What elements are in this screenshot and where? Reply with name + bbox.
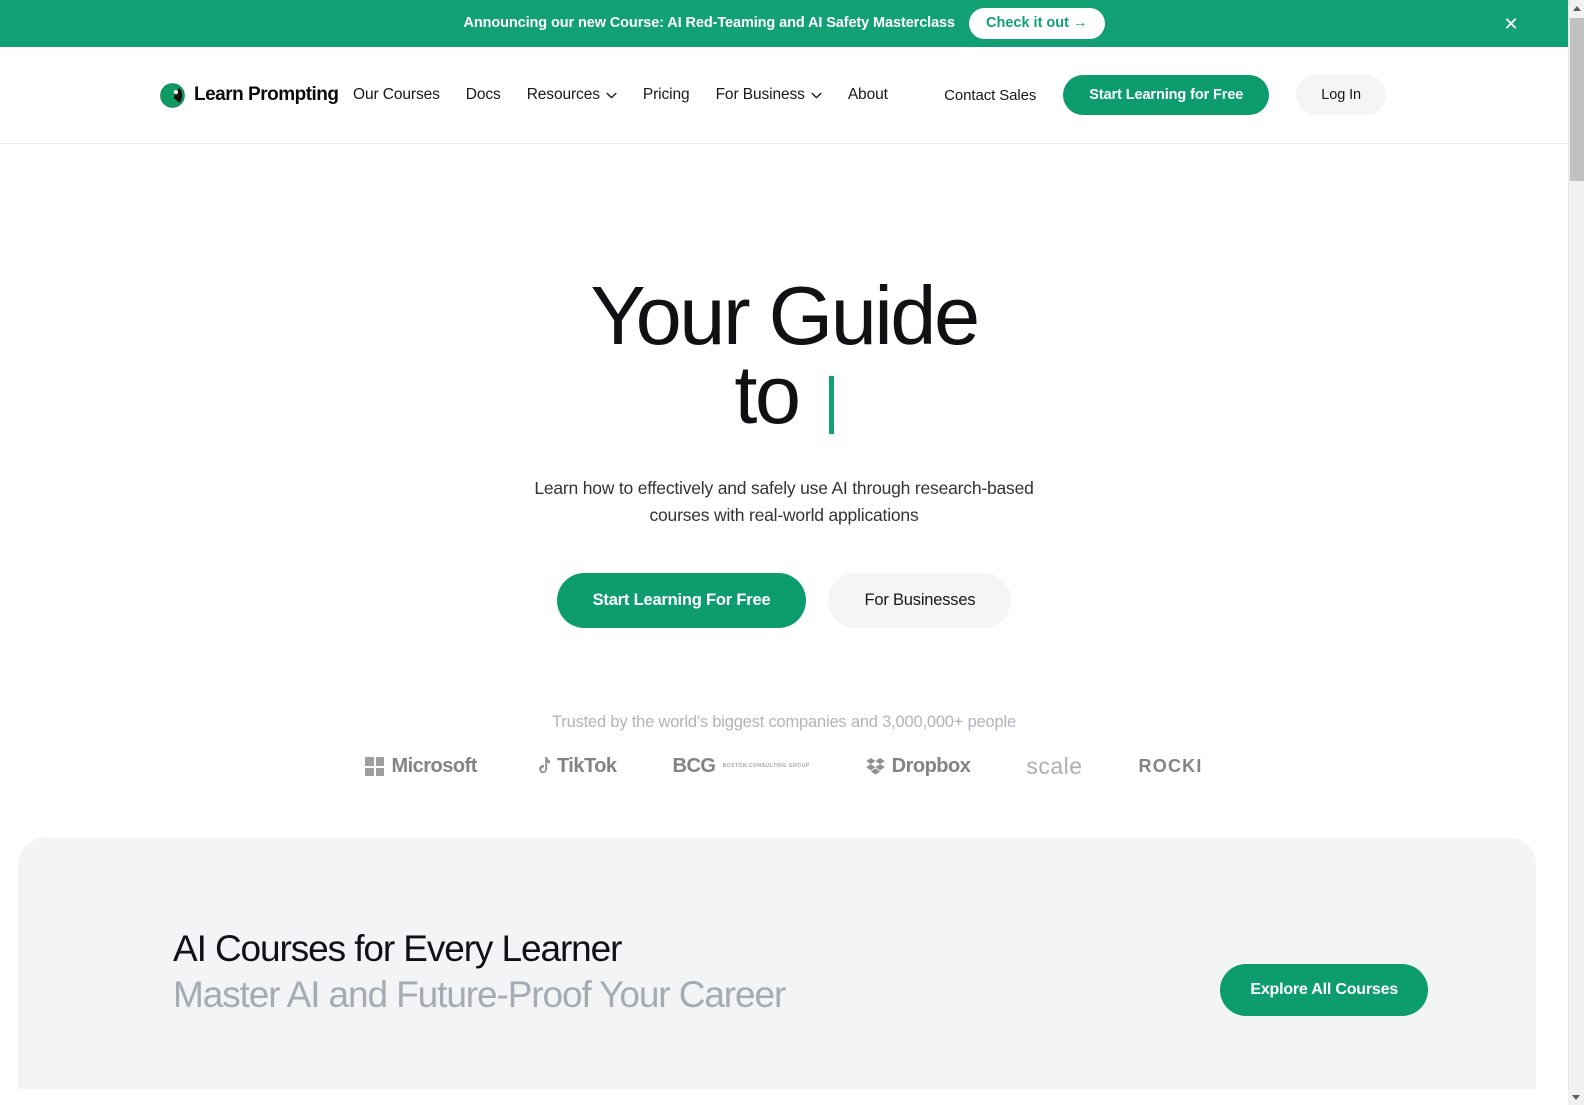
announcement-banner: Announcing our new Course: AI Red-Teamin…: [0, 0, 1568, 47]
chevron-down-icon: [606, 92, 617, 98]
nav-label-our-courses: Our Courses: [353, 86, 440, 103]
nav-label-about: About: [847, 86, 888, 103]
hero-cta-group: Start Learning For Free For Businesses: [556, 572, 1012, 628]
typing-caret: [828, 376, 834, 435]
nav-item-about[interactable]: About: [848, 86, 888, 104]
courses-section-title: AI Courses for Every Learner: [173, 928, 622, 969]
courses-section-heading: AI Courses for Every Learner Master AI a…: [173, 926, 786, 1019]
announcement-text: Announcing our new Course: AI Red-Teamin…: [463, 15, 956, 32]
hero-subtitle: Learn how to effectively and safely use …: [534, 477, 1034, 525]
logo-dropbox: Dropbox: [865, 755, 971, 778]
hero-start-learning-button[interactable]: Start Learning For Free: [556, 572, 807, 628]
logo-rocki: ROCKI: [1139, 756, 1203, 777]
vertical-scrollbar[interactable]: [1568, 0, 1584, 1089]
scroll-up-arrow-icon[interactable]: [1569, 0, 1584, 17]
logo-label-rocki: ROCKI: [1138, 756, 1203, 777]
nav-item-our-courses[interactable]: Our Courses: [353, 86, 440, 104]
nav-item-pricing[interactable]: Pricing: [643, 86, 690, 104]
company-logo-row: Microsoft TikTok BCG BOSTON CONSULTING G…: [365, 752, 1202, 782]
announcement-banner-content: Announcing our new Course: AI Red-Teamin…: [463, 7, 1105, 40]
trusted-by-label: Trusted by the world's biggest companies…: [552, 712, 1016, 731]
nav-item-docs[interactable]: Docs: [466, 86, 501, 104]
dropbox-icon: [865, 758, 885, 776]
close-icon[interactable]: ✕: [1498, 11, 1524, 37]
trusted-by-section: Trusted by the world's biggest companies…: [365, 713, 1202, 782]
nav-label-for-business: For Business: [715, 86, 805, 103]
logo-label-microsoft: Microsoft: [391, 755, 477, 778]
logo-label-dropbox: Dropbox: [891, 755, 971, 778]
check-it-out-button[interactable]: Check it out →: [968, 7, 1105, 40]
nav-label-docs: Docs: [465, 86, 501, 103]
header-actions: Contact Sales Start Learning for Free Lo…: [944, 75, 1386, 115]
learn-prompting-logo-icon: [160, 82, 185, 108]
explore-all-courses-button[interactable]: Explore All Courses: [1220, 964, 1428, 1016]
header-start-learning-button[interactable]: Start Learning for Free: [1063, 75, 1270, 115]
hero-for-businesses-button[interactable]: For Businesses: [828, 572, 1012, 628]
logo-tiktok: TikTok: [533, 755, 617, 778]
hero-title-line-2: to: [734, 347, 801, 441]
nav-item-for-business[interactable]: For Business: [716, 86, 822, 104]
scrollbar-corner: [1568, 1089, 1584, 1105]
hero-section: Your Guide to Learn how to effectively a…: [0, 144, 1568, 782]
contact-sales-link[interactable]: Contact Sales: [944, 87, 1036, 104]
logo-label-bcg: BCG: [672, 755, 716, 778]
site-header: Learn Prompting Our Courses Docs Resourc…: [0, 47, 1568, 144]
vertical-scrollbar-thumb[interactable]: [1570, 18, 1584, 181]
courses-section: AI Courses for Every Learner Master AI a…: [18, 838, 1536, 1105]
logo-bcg: BCG BOSTON CONSULTING GROUP: [673, 755, 810, 778]
nav-item-resources[interactable]: Resources: [527, 86, 617, 104]
nav-label-resources: Resources: [526, 86, 600, 103]
brand-logo-link[interactable]: Learn Prompting: [160, 82, 339, 108]
browser-page: Announcing our new Course: AI Red-Teamin…: [0, 0, 1584, 1105]
microsoft-icon: [365, 757, 385, 777]
logo-sublabel-bcg: BOSTON CONSULTING GROUP: [722, 763, 810, 770]
main-navigation: Our Courses Docs Resources Pricing For B…: [353, 86, 888, 104]
hero-title: Your Guide to: [590, 274, 980, 441]
page-viewport: Announcing our new Course: AI Red-Teamin…: [0, 0, 1568, 1105]
logo-label-tiktok: TikTok: [556, 755, 617, 778]
brand-name: Learn Prompting: [194, 84, 339, 105]
nav-label-pricing: Pricing: [642, 86, 690, 103]
logo-microsoft: Microsoft: [365, 755, 477, 778]
chevron-down-icon: [811, 92, 822, 98]
courses-section-subtitle: Master AI and Future-Proof Your Career: [173, 974, 786, 1016]
hero-title-line-2-wrap: to: [734, 347, 834, 441]
logo-scale: scale: [1026, 753, 1082, 780]
login-button[interactable]: Log In: [1296, 75, 1386, 115]
horizontal-scrollbar[interactable]: [0, 1089, 1568, 1105]
scroll-down-arrow-icon[interactable]: [1572, 1094, 1580, 1100]
tiktok-icon: [539, 756, 550, 774]
logo-label-scale: scale: [1026, 753, 1083, 780]
